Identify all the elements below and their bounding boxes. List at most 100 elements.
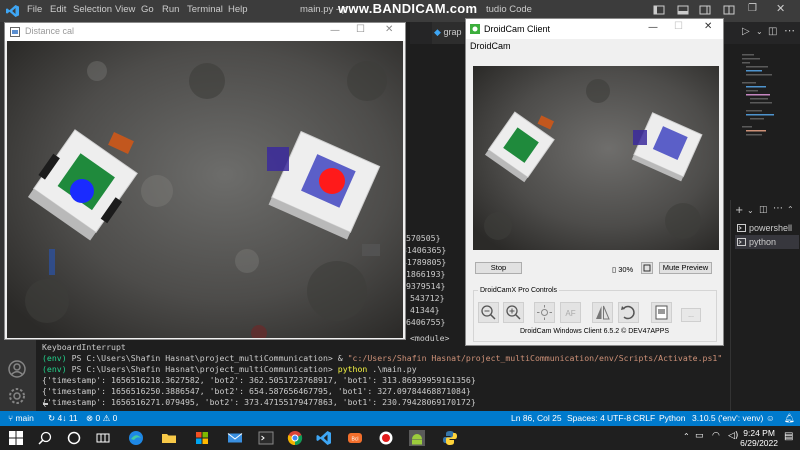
vscode-logo-icon xyxy=(6,5,19,17)
zoom-out-icon[interactable] xyxy=(478,302,499,323)
mirror-icon[interactable] xyxy=(592,302,613,323)
terminal-list-panel: + ⌄ ◫ ⋯ ⌃ powershell python xyxy=(730,200,800,411)
more-actions-icon[interactable]: ⋯ xyxy=(784,24,795,37)
menu-edit[interactable]: Edit xyxy=(50,4,66,15)
menu-go[interactable]: Go xyxy=(141,4,154,15)
line-ending[interactable]: CRLF xyxy=(633,413,655,423)
problems-indicator[interactable]: ⊗ 0 ⚠ 0 xyxy=(86,413,117,424)
indentation[interactable]: Spaces: 4 xyxy=(567,413,605,423)
cortana-icon[interactable] xyxy=(66,430,82,446)
menu-view[interactable]: View xyxy=(115,4,135,15)
autofocus-icon[interactable]: AF xyxy=(560,302,581,323)
terminal-item-powershell[interactable]: powershell xyxy=(735,221,799,235)
encoding[interactable]: UTF-8 xyxy=(607,413,631,423)
mail-icon[interactable] xyxy=(227,430,243,446)
fullscreen-icon[interactable] xyxy=(641,262,653,274)
battery-tray-icon[interactable]: ▭ xyxy=(695,431,704,441)
run-dropdown-icon[interactable]: ⌄ xyxy=(756,27,763,36)
volume-icon[interactable]: ◁) xyxy=(728,431,738,441)
restore-icon[interactable]: ❐ xyxy=(748,3,757,14)
menu-run[interactable]: Run xyxy=(162,4,179,15)
snapshot-icon[interactable] xyxy=(651,302,672,323)
sync-indicator[interactable]: ↻ 4↓ 11 xyxy=(48,413,78,424)
file-explorer-icon[interactable] xyxy=(161,430,177,446)
minimap[interactable] xyxy=(740,52,788,192)
android-icon[interactable] xyxy=(409,430,425,446)
tab-graph[interactable]: ◆ grap xyxy=(432,22,464,44)
menu-file[interactable]: File xyxy=(27,4,42,15)
vscode-taskbar-icon[interactable] xyxy=(316,430,332,446)
droidcam-titlebar[interactable]: DroidCam Client — ☐ ✕ xyxy=(466,19,723,39)
terminal-output-fragment: 31406365} xyxy=(402,245,447,255)
windows-taskbar: Bcl ⌃ ▭ ◠ ◁) ▤ xyxy=(0,426,800,450)
terminal-output-fragment: 41344} xyxy=(410,305,440,315)
terminal-dropdown-icon[interactable]: ⌄ xyxy=(747,206,754,215)
droidcam-window[interactable]: DroidCam Client — ☐ ✕ DroidCam Stop ▯ 30… xyxy=(465,18,724,346)
python-app-icon[interactable] xyxy=(442,430,458,446)
droidcam-menu[interactable]: DroidCam xyxy=(470,41,511,51)
minimize-icon[interactable]: — xyxy=(330,25,340,36)
terminal-line: {'timestamp': 1656516271.079495, 'bot2':… xyxy=(42,397,476,407)
account-icon[interactable] xyxy=(7,359,27,379)
chrome-icon[interactable] xyxy=(287,430,303,446)
distance-cal-window[interactable]: Distance cal — ☐ ✕ xyxy=(4,22,406,340)
maximize-icon[interactable]: ☐ xyxy=(356,24,365,35)
distance-cal-titlebar[interactable]: Distance cal — ☐ ✕ xyxy=(5,23,405,41)
stop-button[interactable]: Stop xyxy=(475,262,522,274)
cursor-position[interactable]: Ln 86, Col 25 xyxy=(511,413,562,423)
notification-center-icon[interactable]: ▤ xyxy=(784,431,793,442)
opencv-window-icon xyxy=(10,27,20,37)
droidcam-preview xyxy=(473,66,719,250)
wifi-icon[interactable]: ◠ xyxy=(712,431,720,441)
terminal-app-icon[interactable] xyxy=(258,430,274,446)
split-editor-icon[interactable]: ◫ xyxy=(768,26,777,37)
language-mode[interactable]: Python xyxy=(659,413,685,423)
menu-terminal[interactable]: Terminal xyxy=(187,4,223,15)
terminal-output-fragment: 1866193} xyxy=(406,269,446,279)
notifications-icon[interactable]: 🔔︎ xyxy=(784,413,795,424)
split-terminal-icon[interactable]: ◫ xyxy=(759,205,768,215)
clock-time: 9:24 PM xyxy=(743,428,775,438)
mute-preview-button[interactable]: Mute Preview xyxy=(659,262,712,274)
maximize-icon[interactable]: ☐ xyxy=(674,21,683,32)
terminal-line: {'timestamp': 1656516218.3627582, 'bot2'… xyxy=(42,375,476,385)
sidebar-toggle-icon[interactable] xyxy=(698,3,712,17)
feedback-icon[interactable]: ☺ xyxy=(766,413,775,423)
droidcam-version: DroidCam Windows Client 6.5.2 © DEV47APP… xyxy=(519,328,670,335)
editor-actions: ▷ ⌄ ◫ ⋯ xyxy=(738,22,800,44)
rotate-icon[interactable] xyxy=(618,302,639,323)
panel-icon[interactable] xyxy=(676,3,690,17)
zoom-in-icon[interactable] xyxy=(503,302,524,323)
menu-selection[interactable]: Selection xyxy=(73,4,112,15)
store-icon[interactable] xyxy=(194,430,210,446)
bot1-blue-marker xyxy=(70,179,94,203)
grid-layout-icon[interactable] xyxy=(722,3,736,17)
menu-help[interactable]: Help xyxy=(228,4,248,15)
terminal-more-icon[interactable]: ⋯ xyxy=(773,203,783,214)
minimize-icon[interactable]: — xyxy=(648,22,658,33)
python-file-icon: ◆ xyxy=(434,27,441,37)
flash-icon[interactable] xyxy=(534,302,555,323)
python-interpreter[interactable]: 3.10.5 ('env': venv) xyxy=(692,413,763,423)
task-view-icon[interactable] xyxy=(95,430,111,446)
search-icon[interactable] xyxy=(37,430,53,446)
close-icon[interactable]: ✕ xyxy=(776,2,785,15)
record-icon[interactable] xyxy=(378,430,394,446)
branch-indicator[interactable]: ⑂ main xyxy=(8,413,34,423)
taskbar-clock[interactable]: 9:24 PM 6/29/2022 xyxy=(740,428,778,448)
layout-icon[interactable] xyxy=(652,3,666,17)
edge-icon[interactable] xyxy=(128,430,144,446)
run-icon[interactable]: ▷ xyxy=(742,26,750,37)
windows-start-icon[interactable] xyxy=(8,430,24,446)
terminal-item-python[interactable]: python xyxy=(735,235,799,249)
close-icon[interactable]: ✕ xyxy=(385,24,393,35)
bandicam-icon[interactable]: Bcl xyxy=(347,430,363,446)
new-terminal-icon[interactable]: + xyxy=(735,205,743,216)
settings-gear-icon[interactable] xyxy=(7,386,27,406)
bandicam-watermark: www.BANDICAM.com xyxy=(338,1,478,16)
more-options-icon[interactable]: ... xyxy=(681,308,701,322)
terminal-line: (env) PS C:\Users\Shafin Hasnat\project_… xyxy=(42,364,417,374)
maximize-panel-icon[interactable]: ⌃ xyxy=(787,205,794,214)
close-icon[interactable]: ✕ xyxy=(704,21,712,32)
tray-chevron-icon[interactable]: ⌃ xyxy=(683,432,690,441)
